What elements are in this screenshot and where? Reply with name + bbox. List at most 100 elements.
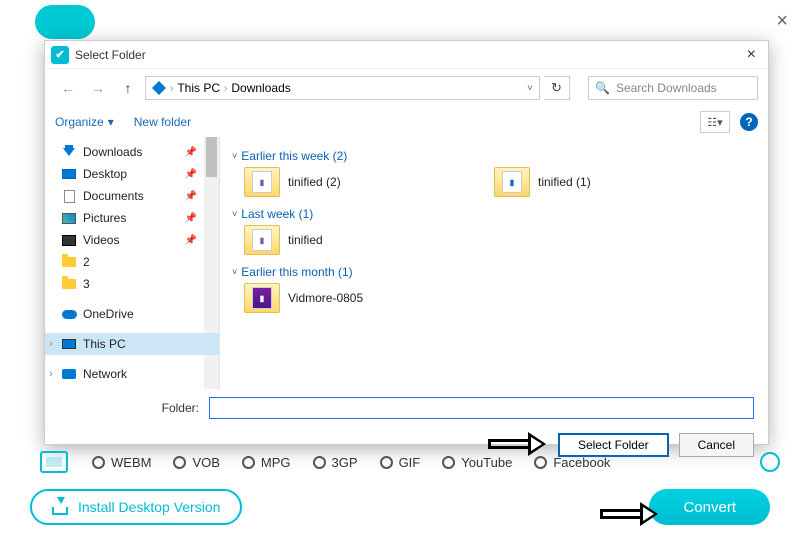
format-label: MPG — [261, 455, 291, 470]
tree-item-label: 2 — [83, 255, 90, 269]
tree-item-2[interactable]: 2 — [45, 251, 219, 273]
format-facebook[interactable]: Facebook — [534, 455, 610, 470]
new-folder-button[interactable]: New folder — [134, 115, 191, 129]
chevron-down-icon: ˅ — [232, 267, 237, 277]
search-placeholder: Search Downloads — [616, 81, 717, 95]
dl-icon — [63, 148, 75, 156]
pc-icon — [62, 339, 76, 349]
tree-item-pictures[interactable]: Pictures 📌 — [45, 207, 219, 229]
nav-up-button[interactable]: ↑ — [115, 75, 141, 101]
address-dropdown-icon[interactable]: ˅ — [527, 83, 533, 94]
folder-icon: ▮ — [494, 167, 530, 197]
format-label: GIF — [399, 455, 421, 470]
formats-row: WEBM VOB MPG 3GP GIF YouTube Facebook — [40, 448, 780, 476]
help-icon[interactable]: ? — [740, 113, 758, 131]
radio-icon — [442, 456, 455, 469]
folder-tree[interactable]: Downloads📌Desktop📌Documents📌Pictures📌Vid… — [45, 137, 220, 389]
gear-icon[interactable] — [760, 452, 780, 472]
format-label: Facebook — [553, 455, 610, 470]
folder-icon — [62, 257, 76, 267]
nav-forward-button: → — [85, 75, 111, 101]
chevron-down-icon: ˅ — [232, 151, 237, 161]
format-youtube[interactable]: YouTube — [442, 455, 512, 470]
folder-item[interactable]: ▮ Vidmore-0805 — [244, 283, 464, 313]
group-header[interactable]: ˅ Earlier this week (2) — [232, 149, 756, 163]
pin-icon: 📌 — [185, 147, 197, 158]
group-label: Earlier this month (1) — [241, 265, 352, 279]
tree-item-label: Downloads — [83, 145, 142, 159]
search-input[interactable]: 🔍 Search Downloads — [588, 76, 758, 100]
radio-icon — [92, 456, 105, 469]
folder-item[interactable]: ▮tinified (2) — [244, 167, 464, 197]
dialog-title: Select Folder — [75, 48, 146, 62]
radio-icon — [380, 456, 393, 469]
group-label: Last week (1) — [241, 207, 313, 221]
organize-menu[interactable]: Organize ▾ — [55, 115, 114, 129]
vid-icon — [62, 235, 76, 246]
annotation-arrow-icon — [600, 503, 660, 527]
install-desktop-button[interactable]: Install Desktop Version — [30, 489, 242, 525]
format-gif[interactable]: GIF — [380, 455, 421, 470]
format-label: YouTube — [461, 455, 512, 470]
refresh-button[interactable]: ↻ — [544, 76, 570, 100]
download-icon — [52, 499, 68, 515]
close-icon[interactable]: × — [741, 46, 762, 64]
convert-button[interactable]: Convert — [649, 489, 770, 525]
format-3gp[interactable]: 3GP — [313, 455, 358, 470]
pin-icon: 📌 — [185, 191, 197, 202]
doc-icon — [64, 190, 75, 203]
pin-icon: 📌 — [185, 213, 197, 224]
select-folder-dialog: ✔ Select Folder × ← → ↑ › This PC › Down… — [44, 40, 769, 445]
folder-label: tinified (2) — [288, 175, 341, 189]
address-bar[interactable]: › This PC › Downloads ˅ — [145, 76, 540, 100]
search-icon: 🔍 — [595, 81, 610, 95]
organize-label: Organize — [55, 115, 104, 129]
tree-item-documents[interactable]: Documents 📌 — [45, 185, 219, 207]
folder-label: tinified (1) — [538, 175, 591, 189]
folder-icon: ▮ — [244, 283, 280, 313]
chevron-down-icon: ▾ — [717, 116, 723, 129]
folder-input[interactable] — [209, 397, 754, 419]
folder-item[interactable]: ▮tinified — [244, 225, 464, 255]
pic-icon — [62, 213, 76, 224]
format-preview-icon — [40, 451, 68, 473]
tree-item-label: Videos — [83, 233, 119, 247]
format-label: VOB — [192, 455, 219, 470]
group-header[interactable]: ˅ Last week (1) — [232, 207, 756, 221]
breadcrumb-root[interactable]: This PC — [177, 81, 220, 95]
folder-item[interactable]: ▮ tinified (1) — [494, 167, 714, 197]
radio-icon — [173, 456, 186, 469]
nav-back-button[interactable]: ← — [55, 75, 81, 101]
radio-icon — [242, 456, 255, 469]
view-mode-button[interactable]: ☷ ▾ — [700, 111, 730, 133]
pin-icon: 📌 — [185, 169, 197, 180]
radio-icon — [534, 456, 547, 469]
bg-close-icon[interactable]: × — [776, 10, 788, 33]
breadcrumb-current[interactable]: Downloads — [231, 81, 290, 95]
install-label: Install Desktop Version — [78, 499, 220, 515]
format-mpg[interactable]: MPG — [242, 455, 291, 470]
titlebar: ✔ Select Folder × — [45, 41, 768, 69]
format-vob[interactable]: VOB — [173, 455, 219, 470]
tree-item-label: 3 — [83, 277, 90, 291]
chevron-down-icon: ▾ — [108, 115, 114, 129]
folder-icon: ▮ — [244, 225, 280, 255]
tree-item-3[interactable]: 3 — [45, 273, 219, 295]
tree-item-videos[interactable]: Videos 📌 — [45, 229, 219, 251]
folder-content[interactable]: ˅Earlier this week (2)▮tinified (2)▮tini… — [220, 137, 768, 389]
group-label: Earlier this week (2) — [241, 149, 347, 163]
tree-item-label: Pictures — [83, 211, 126, 225]
tree-item-this-pc[interactable]: This PC — [45, 333, 219, 355]
tree-item-label: Documents — [83, 189, 144, 203]
tree-item-network[interactable]: Network — [45, 363, 219, 385]
group-header[interactable]: ˅ Earlier this month (1) — [232, 265, 756, 279]
tree-item-downloads[interactable]: Downloads 📌 — [45, 141, 219, 163]
app-icon: ✔ — [51, 46, 69, 64]
folder-label: Vidmore-0805 — [288, 291, 363, 305]
tree-item-onedrive[interactable]: OneDrive — [45, 303, 219, 325]
pin-icon: 📌 — [185, 235, 197, 246]
chevron-down-icon: ˅ — [232, 209, 237, 219]
tree-item-desktop[interactable]: Desktop📌 — [45, 163, 219, 185]
format-label: WEBM — [111, 455, 151, 470]
format-webm[interactable]: WEBM — [92, 455, 151, 470]
